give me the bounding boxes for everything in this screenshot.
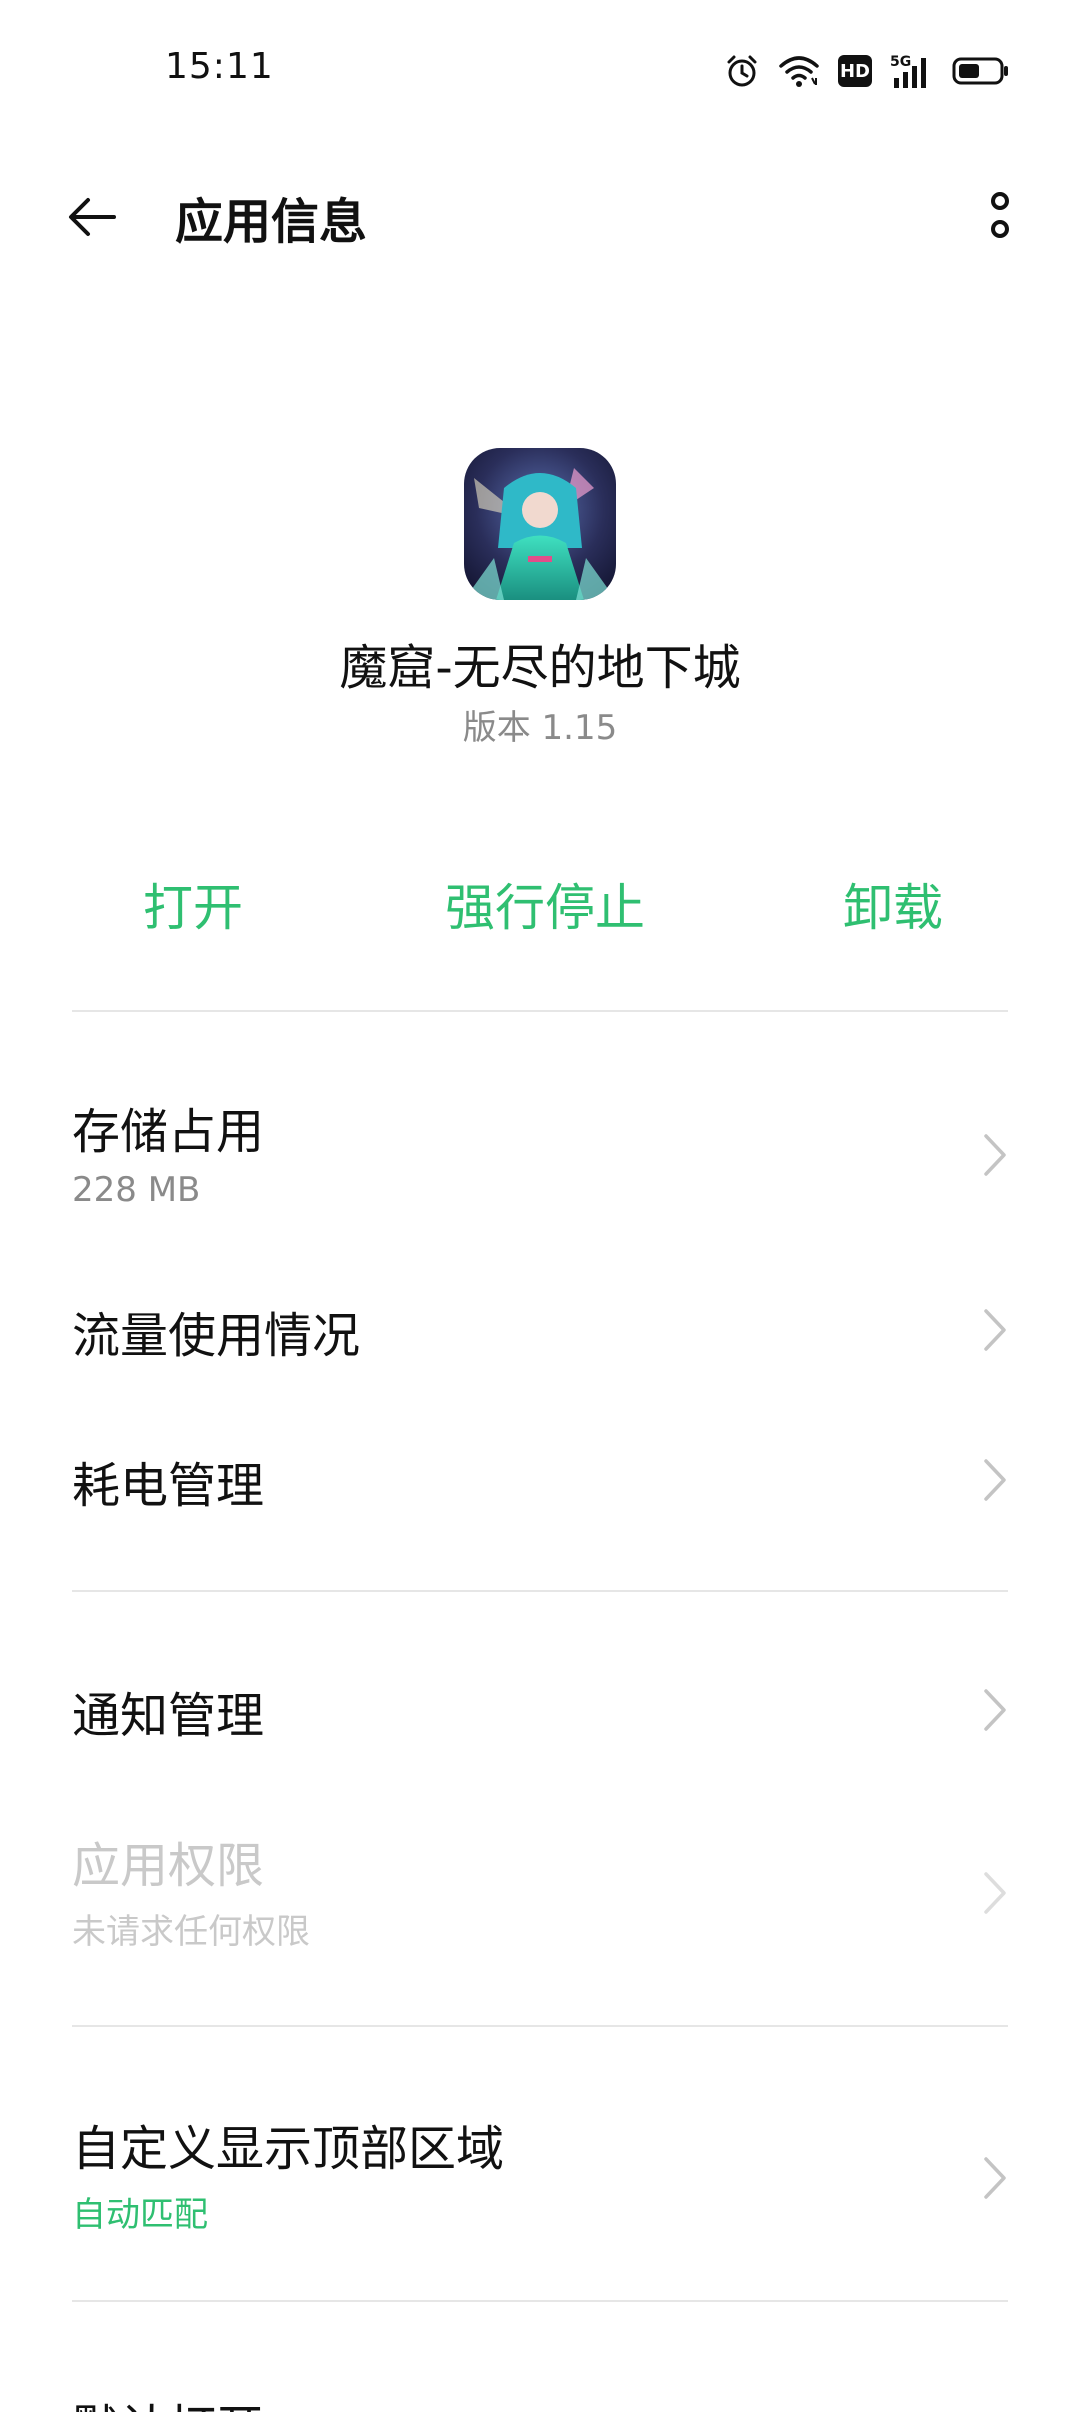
list-item-default-open[interactable]: 默认打开 [0,2370,1080,2412]
arrow-left-icon[interactable] [62,192,122,242]
status-bar: 15:11 HD 5G [0,0,1080,140]
list-item-battery[interactable]: 耗电管理 [0,1430,1080,1540]
divider [72,2300,1008,2302]
force-stop-button[interactable]: 强行停止 [445,868,645,940]
app-name: 魔窟-无尽的地下城 [339,640,741,696]
permissions-sub: 未请求任何权限 [72,1912,310,1952]
app-version: 版本 1.15 [462,708,618,748]
list-item-display-top-area[interactable]: 自定义显示顶部区域 自动匹配 [0,2095,1080,2245]
svg-text:5G: 5G [890,54,911,70]
default-open-title: 默认打开 [72,2388,264,2412]
list-item-notifications[interactable]: 通知管理 [0,1660,1080,1770]
data-usage-title: 流量使用情况 [72,1308,361,1364]
app-icon [464,448,616,600]
top-app-bar: 应用信息 [0,160,1080,270]
status-time: 15:11 [165,46,274,87]
app-actions: 打开 强行停止 卸载 [0,868,1080,938]
divider [72,1590,1008,1592]
5g-signal-icon: 5G [890,54,926,88]
status-icons: HD 5G [724,50,1010,92]
list-item-data-usage[interactable]: 流量使用情况 [0,1280,1080,1390]
battery-icon [952,57,1008,85]
battery-title: 耗电管理 [72,1458,265,1514]
divider [72,1010,1008,1012]
permissions-title: 应用权限 [72,1838,265,1894]
chevron-right-icon [984,2157,1006,2199]
wifi-icon [779,56,819,87]
chevron-right-icon [984,1134,1006,1176]
list-item-storage[interactable]: 存储占用 228 MB [0,1080,1080,1230]
chevron-right-icon [984,1689,1006,1731]
more-vertical-icon[interactable] [975,186,1025,246]
storage-size: 228 MB [72,1170,201,1210]
alarm-icon [727,55,757,87]
list-item-permissions: 应用权限 未请求任何权限 [0,1810,1080,1970]
chevron-right-icon [984,1309,1006,1351]
uninstall-button[interactable]: 卸载 [843,868,943,940]
hd-icon: HD [838,55,872,87]
page-title: 应用信息 [175,194,368,250]
divider [72,2025,1008,2027]
chevron-right-icon [984,1459,1006,1501]
display-top-sub: 自动匹配 [72,2195,208,2235]
notifications-title: 通知管理 [72,1688,265,1744]
open-button[interactable]: 打开 [143,868,243,940]
display-top-title: 自定义显示顶部区域 [72,2121,505,2177]
chevron-right-icon [984,1872,1006,1914]
storage-title: 存储占用 [72,1104,265,1160]
